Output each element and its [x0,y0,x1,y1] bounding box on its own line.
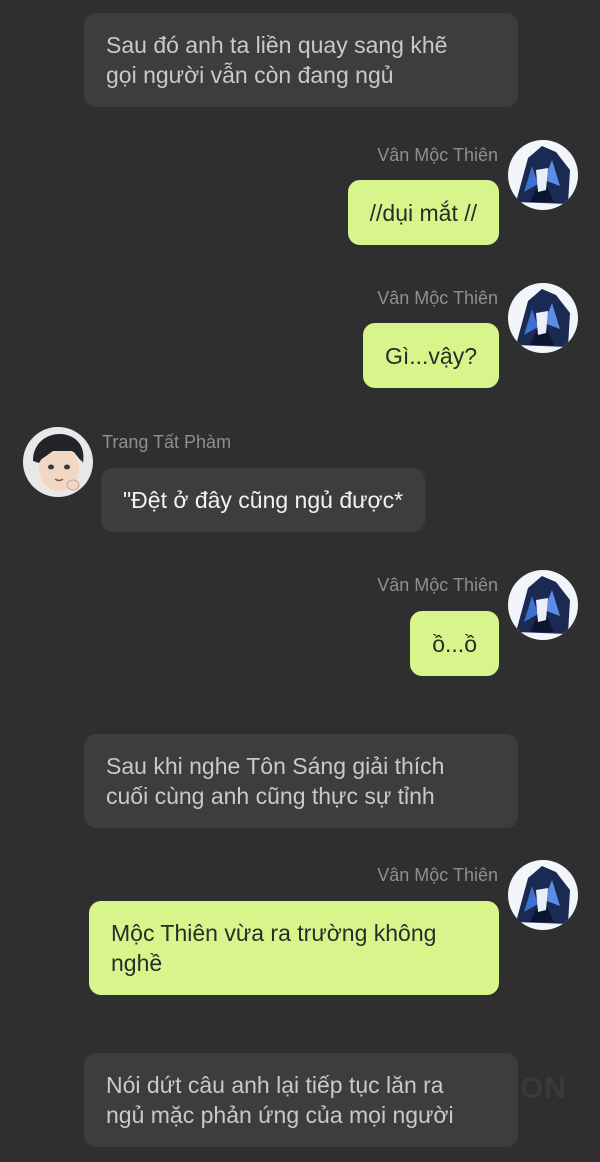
anime-avatar-icon [508,860,578,930]
avatar-van-moc-thien[interactable] [508,283,578,353]
anime-avatar-icon [508,140,578,210]
message-text-line: Mộc Thiên vừa ra trường không [111,920,437,946]
message-bubble-outgoing[interactable]: Mộc Thiên vừa ra trường không nghề [89,901,499,995]
message-bubble-outgoing[interactable]: ồ...ồ [410,611,499,676]
anime-avatar-icon [23,427,93,497]
avatar-van-moc-thien[interactable] [508,140,578,210]
sender-name: Vân Mộc Thiên [377,288,498,308]
narration-line: Sau khi nghe Tôn Sáng giải thích [106,753,445,779]
sender-name: Vân Mộc Thiên [377,575,498,595]
avatar-van-moc-thien[interactable] [508,570,578,640]
narration-line: cuối cùng anh cũng thực sự tỉnh [106,783,435,809]
message-bubble-outgoing[interactable]: Gì...vậy? [362,323,499,388]
narration-line: ngủ mặc phản ứng của mọi người [106,1102,454,1128]
message-text: Gì...vậy? [384,342,477,369]
avatar-van-moc-thien[interactable] [508,860,578,930]
narration-bubble: Sau khi nghe Tôn Sáng giải thích cuối cù… [84,734,518,828]
narration-bubble: Nói dứt câu anh lại tiếp tục lăn ra ngủ … [84,1053,518,1147]
anime-avatar-icon [508,570,578,640]
anime-avatar-icon [508,283,578,353]
message-bubble-outgoing[interactable]: //dụi mắt // [347,180,499,245]
sender-name: Vân Mộc Thiên [377,865,498,885]
narration-line: Sau đó anh ta liền quay sang khẽ [106,32,448,58]
sender-name: Trang Tất Phàm [102,432,232,452]
avatar-trang-tat-pham[interactable] [23,427,93,497]
message-text-line: nghề [111,950,163,976]
watermark-logo: ON [520,1072,567,1105]
narration-bubble: Sau đó anh ta liền quay sang khẽ gọi ngư… [84,13,518,107]
message-text: "Đệt ở đây cũng ngủ được* [123,487,404,513]
sender-name: Vân Mộc Thiên [377,145,498,165]
message-text: ồ...ồ [432,630,477,657]
message-text: //dụi mắt // [369,199,477,226]
message-bubble-incoming[interactable]: "Đệt ở đây cũng ngủ được* [101,468,426,532]
narration-line: gọi người vẫn còn đang ngủ [106,62,394,88]
narration-line: Nói dứt câu anh lại tiếp tục lăn ra [106,1072,444,1098]
